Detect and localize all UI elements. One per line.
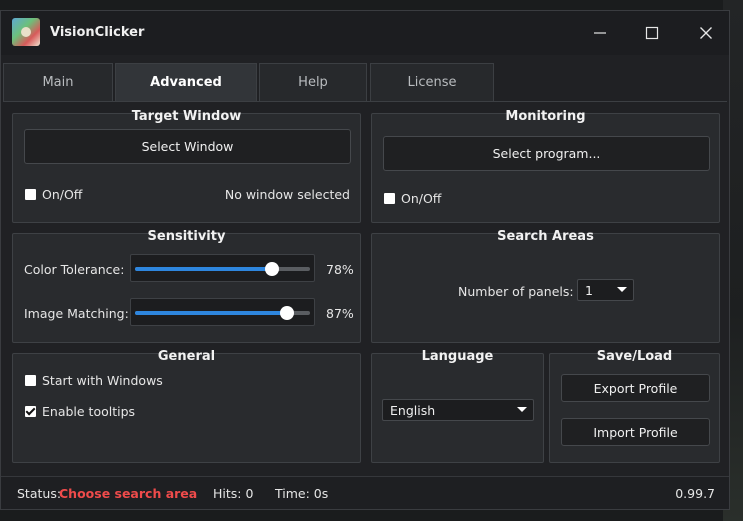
image-matching-label: Image Matching: <box>24 306 129 321</box>
color-tolerance-slider[interactable] <box>130 254 315 282</box>
close-button[interactable] <box>681 11 731 55</box>
general-group: General Start with Windows Enable toolti… <box>12 349 361 463</box>
slider-thumb[interactable] <box>264 262 279 276</box>
checkbox-icon <box>25 375 36 386</box>
language-title: Language <box>421 349 494 364</box>
app-icon <box>12 18 40 46</box>
status-label: Status: <box>17 486 62 501</box>
monitoring-title: Monitoring <box>505 109 586 124</box>
start-with-windows-label: Start with Windows <box>42 373 163 388</box>
target-window-group: Target Window Select Window On/Off No wi… <box>12 109 361 223</box>
start-with-windows-checkbox[interactable]: Start with Windows <box>25 373 163 388</box>
enable-tooltips-label: Enable tooltips <box>42 404 136 419</box>
title-bar[interactable]: VisionClicker <box>1 11 729 55</box>
hits-counter: Hits: 0 <box>213 486 254 501</box>
chevron-down-icon <box>617 287 627 292</box>
import-profile-button[interactable]: Import Profile <box>561 418 710 446</box>
language-select-value: English <box>390 402 436 418</box>
checkbox-icon <box>384 193 395 204</box>
tab-license[interactable]: License <box>370 63 494 101</box>
chevron-down-icon <box>517 407 527 412</box>
enable-tooltips-checkbox[interactable]: Enable tooltips <box>25 404 135 419</box>
app-title: VisionClicker <box>50 25 145 40</box>
sensitivity-group: Sensitivity Color Tolerance: 78% Image M… <box>12 229 361 343</box>
search-areas-group: Search Areas Number of panels: 1 <box>371 229 720 343</box>
app-window: VisionClicker Main Advanced Help License… <box>0 10 730 510</box>
tab-help[interactable]: Help <box>259 63 367 101</box>
time-counter: Time: 0s <box>275 486 329 501</box>
maximize-button[interactable] <box>627 11 677 55</box>
tab-advanced[interactable]: Advanced <box>115 63 257 101</box>
slider-fill <box>135 267 272 271</box>
slider-fill <box>135 311 288 315</box>
general-title: General <box>157 349 216 364</box>
monitoring-toggle[interactable]: On/Off <box>384 191 441 206</box>
tab-main[interactable]: Main <box>3 63 113 101</box>
checkbox-icon <box>25 189 36 200</box>
minimize-button[interactable] <box>575 11 625 55</box>
image-matching-slider[interactable] <box>130 298 315 326</box>
status-value: Choose search area <box>59 486 198 501</box>
color-tolerance-label: Color Tolerance: <box>24 262 125 277</box>
monitoring-toggle-label: On/Off <box>401 191 442 206</box>
panels-label: Number of panels: <box>458 284 574 299</box>
image-matching-value: 87% <box>326 306 354 321</box>
target-window-title: Target Window <box>131 109 242 124</box>
maximize-icon <box>645 26 659 40</box>
language-select[interactable]: English <box>382 399 534 421</box>
slider-track <box>135 306 310 320</box>
monitoring-group: Monitoring Select program... On/Off <box>371 109 720 223</box>
export-profile-button[interactable]: Export Profile <box>561 374 710 402</box>
checkbox-checked-icon <box>25 406 36 417</box>
status-bar: Status: Choose search area Hits: 0 Time:… <box>1 476 729 509</box>
version-label: 0.99.7 <box>675 486 715 501</box>
language-group: Language English <box>371 349 544 463</box>
target-window-toggle-label: On/Off <box>42 187 83 202</box>
tab-divider <box>3 101 727 102</box>
select-program-button[interactable]: Select program... <box>383 136 710 171</box>
select-window-button[interactable]: Select Window <box>24 129 351 164</box>
target-window-toggle[interactable]: On/Off <box>25 187 82 202</box>
sensitivity-title: Sensitivity <box>147 229 226 244</box>
save-load-title: Save/Load <box>596 349 673 364</box>
panels-select[interactable]: 1 <box>577 279 634 301</box>
panels-select-value: 1 <box>585 282 593 298</box>
minimize-icon <box>594 32 606 34</box>
slider-track <box>135 262 310 276</box>
close-icon <box>700 27 712 39</box>
search-areas-title: Search Areas <box>497 229 594 244</box>
target-window-status: No window selected <box>224 187 350 202</box>
slider-thumb[interactable] <box>280 306 295 320</box>
color-tolerance-value: 78% <box>326 262 354 277</box>
save-load-group: Save/Load Export Profile Import Profile <box>549 349 720 463</box>
